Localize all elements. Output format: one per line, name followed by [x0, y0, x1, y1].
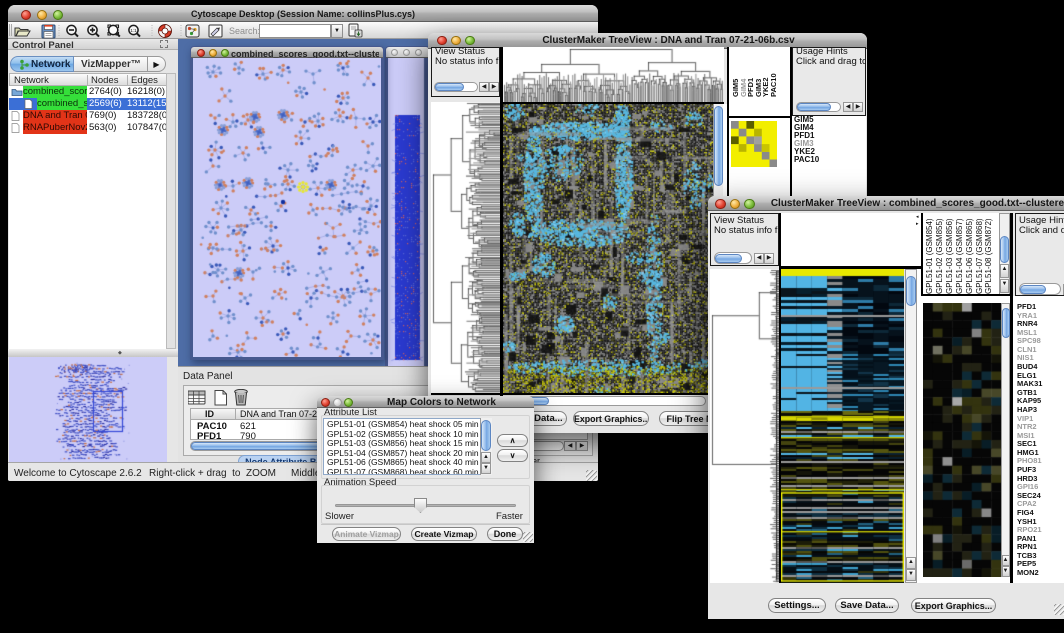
svg-text:1:1: 1:1	[130, 28, 137, 33]
